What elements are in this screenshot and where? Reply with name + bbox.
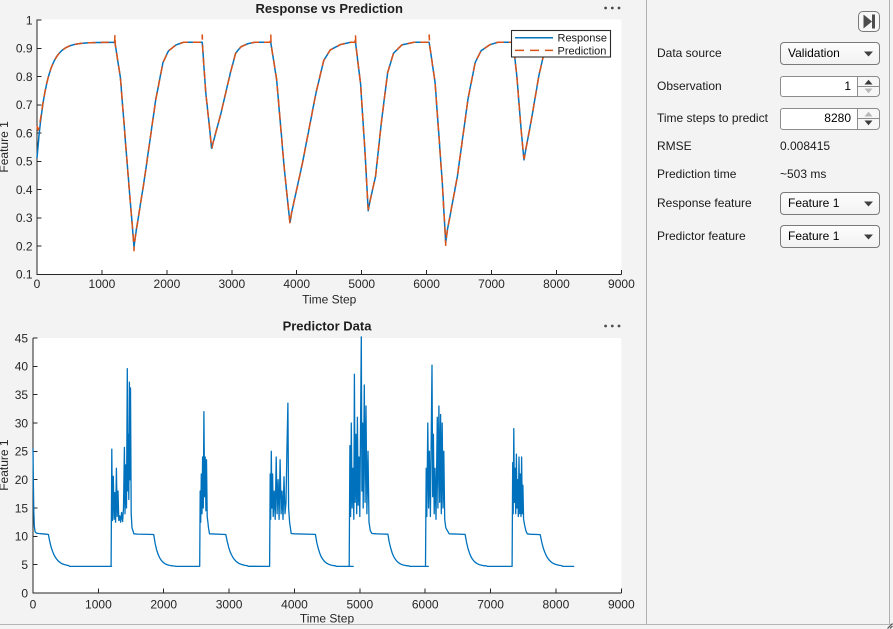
svg-text:0.4: 0.4 (16, 183, 33, 197)
svg-text:4000: 4000 (281, 598, 308, 612)
svg-text:8000: 8000 (543, 598, 570, 612)
svg-text:9000: 9000 (608, 598, 635, 612)
svg-text:1000: 1000 (89, 277, 116, 291)
svg-text:Response: Response (558, 33, 608, 45)
svg-text:3000: 3000 (216, 598, 243, 612)
svg-text:10: 10 (15, 530, 29, 544)
svg-text:Prediction: Prediction (558, 45, 607, 57)
svg-text:9000: 9000 (608, 277, 635, 291)
svg-text:1000: 1000 (85, 598, 112, 612)
svg-text:0.7: 0.7 (16, 98, 33, 112)
svg-text:6000: 6000 (412, 598, 439, 612)
svg-text:40: 40 (15, 360, 29, 374)
svg-text:6000: 6000 (413, 277, 440, 291)
svg-text:Response vs Prediction: Response vs Prediction (256, 1, 403, 16)
svg-text:8000: 8000 (543, 277, 570, 291)
svg-text:45: 45 (15, 331, 29, 345)
svg-text:2000: 2000 (150, 598, 177, 612)
svg-text:Feature 1: Feature 1 (0, 439, 11, 491)
svg-text:5000: 5000 (348, 277, 375, 291)
svg-text:15: 15 (15, 501, 29, 515)
svg-text:0.2: 0.2 (16, 239, 33, 253)
svg-text:5000: 5000 (346, 598, 373, 612)
svg-text:7000: 7000 (478, 277, 505, 291)
svg-text:30: 30 (15, 416, 29, 430)
svg-text:4000: 4000 (283, 277, 310, 291)
svg-text:7000: 7000 (477, 598, 504, 612)
svg-text:0: 0 (21, 586, 28, 600)
svg-text:3000: 3000 (218, 277, 245, 291)
svg-text:25: 25 (15, 445, 29, 459)
svg-text:0: 0 (30, 598, 37, 612)
svg-text:0: 0 (34, 277, 41, 291)
svg-text:35: 35 (15, 388, 29, 402)
svg-text:Predictor Data: Predictor Data (283, 319, 373, 334)
svg-text:0.3: 0.3 (16, 211, 33, 225)
svg-text:0.5: 0.5 (16, 155, 33, 169)
svg-text:20: 20 (15, 473, 29, 487)
svg-text:5: 5 (21, 558, 28, 572)
svg-text:0.8: 0.8 (16, 70, 33, 84)
svg-text:2000: 2000 (154, 277, 181, 291)
svg-text:0.1: 0.1 (16, 268, 33, 282)
svg-text:1: 1 (26, 13, 33, 27)
svg-text:0.9: 0.9 (16, 42, 33, 56)
svg-text:Time Step: Time Step (302, 293, 357, 307)
svg-text:0.6: 0.6 (16, 126, 33, 140)
svg-text:Feature 1: Feature 1 (0, 121, 11, 173)
